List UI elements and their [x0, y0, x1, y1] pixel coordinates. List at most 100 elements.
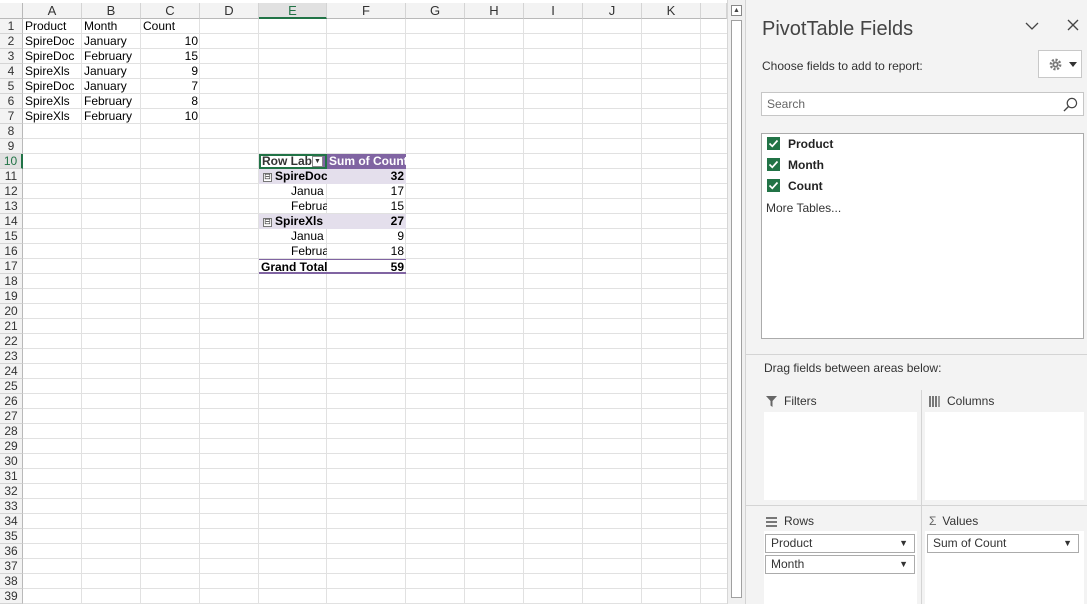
values-field-sum-of-count[interactable]: Sum of Count ▼	[927, 534, 1079, 553]
select-all-corner[interactable]	[0, 3, 23, 19]
rows-field-month[interactable]: Month ▼	[765, 555, 915, 574]
rows-field-product[interactable]: Product ▼	[765, 534, 915, 553]
cell-b1[interactable]: Month	[82, 19, 141, 34]
row-header-37[interactable]: 37	[0, 559, 23, 574]
column-header-h[interactable]: H	[465, 3, 524, 19]
row-header-31[interactable]: 31	[0, 469, 23, 484]
row-header-19[interactable]: 19	[0, 289, 23, 304]
row-header-17[interactable]: 17	[0, 259, 23, 274]
checkbox-checked-icon[interactable]	[767, 137, 780, 150]
column-header-a[interactable]: A	[23, 3, 82, 19]
row-header-4[interactable]: 4	[0, 64, 23, 79]
pivot-group-value[interactable]: 27	[327, 214, 406, 229]
row-header-30[interactable]: 30	[0, 454, 23, 469]
row-header-22[interactable]: 22	[0, 334, 23, 349]
cell-c3[interactable]: 15	[141, 49, 200, 64]
filters-drop-area[interactable]	[764, 412, 917, 500]
worksheet-grid[interactable]: A B C D E F G H I J K 1 2 3 4 5 6 7 8 9 …	[0, 0, 727, 604]
row-header-15[interactable]: 15	[0, 229, 23, 244]
pivot-group-row[interactable]: ⊟ SpireDoc	[259, 169, 327, 184]
pivot-group-row[interactable]: ⊟ SpireXls	[259, 214, 327, 229]
row-header-8[interactable]: 8	[0, 124, 23, 139]
row-header-28[interactable]: 28	[0, 424, 23, 439]
row-header-39[interactable]: 39	[0, 589, 23, 604]
cell-b2[interactable]: January	[82, 34, 141, 49]
field-list-settings-button[interactable]	[1038, 50, 1082, 78]
pivot-item-label[interactable]: Februa	[259, 244, 327, 259]
cell-a4[interactable]: SpireXls	[23, 64, 82, 79]
field-search-input[interactable]	[767, 94, 1047, 114]
cell-c6[interactable]: 8	[141, 94, 200, 109]
row-header-3[interactable]: 3	[0, 49, 23, 64]
row-header-5[interactable]: 5	[0, 79, 23, 94]
column-header-b[interactable]: B	[82, 3, 141, 19]
row-header-12[interactable]: 12	[0, 184, 23, 199]
pivot-group-value[interactable]: 32	[327, 169, 406, 184]
cell-c2[interactable]: 10	[141, 34, 200, 49]
row-header-7[interactable]: 7	[0, 109, 23, 124]
field-search-box[interactable]	[761, 92, 1084, 116]
row-header-11[interactable]: 11	[0, 169, 23, 184]
row-header-38[interactable]: 38	[0, 574, 23, 589]
column-header-d[interactable]: D	[200, 3, 259, 19]
chevron-down-icon[interactable]	[1023, 18, 1041, 35]
pivot-item-value[interactable]: 15	[327, 199, 406, 214]
row-header-6[interactable]: 6	[0, 94, 23, 109]
column-header-g[interactable]: G	[406, 3, 465, 19]
column-header-e[interactable]: E	[259, 3, 327, 19]
search-icon[interactable]	[1063, 97, 1078, 112]
checkbox-checked-icon[interactable]	[767, 158, 780, 171]
cell-a1[interactable]: Product	[23, 19, 82, 34]
cell-c7[interactable]: 10	[141, 109, 200, 124]
columns-drop-area[interactable]	[925, 412, 1084, 500]
pivot-grand-total-value[interactable]: 59	[327, 259, 406, 274]
row-header-20[interactable]: 20	[0, 304, 23, 319]
cell-a7[interactable]: SpireXls	[23, 109, 82, 124]
cell-c5[interactable]: 7	[141, 79, 200, 94]
cell-c1[interactable]: Count	[141, 19, 200, 34]
row-header-24[interactable]: 24	[0, 364, 23, 379]
pivot-item-label[interactable]: Janua	[259, 229, 327, 244]
column-header-i[interactable]: I	[524, 3, 583, 19]
row-header-23[interactable]: 23	[0, 349, 23, 364]
cell-a5[interactable]: SpireDoc	[23, 79, 82, 94]
collapse-toggle[interactable]: ⊟	[263, 218, 272, 227]
row-header-27[interactable]: 27	[0, 409, 23, 424]
pivot-item-label[interactable]: Janua	[259, 184, 327, 199]
pivot-item-value[interactable]: 17	[327, 184, 406, 199]
cell-b3[interactable]: February	[82, 49, 141, 64]
field-item-count[interactable]: Count	[767, 178, 823, 194]
field-item-month[interactable]: Month	[767, 157, 824, 173]
pivot-item-value[interactable]: 9	[327, 229, 406, 244]
cell-c4[interactable]: 9	[141, 64, 200, 79]
row-header-2[interactable]: 2	[0, 34, 23, 49]
column-header-k[interactable]: K	[642, 3, 701, 19]
cell-b4[interactable]: January	[82, 64, 141, 79]
row-header-9[interactable]: 9	[0, 139, 23, 154]
cell-b6[interactable]: February	[82, 94, 141, 109]
row-header-21[interactable]: 21	[0, 319, 23, 334]
values-drop-area[interactable]: Sum of Count ▼	[925, 531, 1084, 604]
scroll-thumb[interactable]	[731, 20, 742, 598]
vertical-scrollbar[interactable]: ▲	[727, 0, 745, 604]
cell-a2[interactable]: SpireDoc	[23, 34, 82, 49]
row-header-14[interactable]: 14	[0, 214, 23, 229]
row-header-26[interactable]: 26	[0, 394, 23, 409]
row-header-25[interactable]: 25	[0, 379, 23, 394]
field-item-product[interactable]: Product	[767, 136, 833, 152]
cell-b5[interactable]: January	[82, 79, 141, 94]
row-header-34[interactable]: 34	[0, 514, 23, 529]
column-header-c[interactable]: C	[141, 3, 200, 19]
cell-a6[interactable]: SpireXls	[23, 94, 82, 109]
close-icon[interactable]	[1064, 18, 1082, 35]
column-header-l[interactable]	[701, 3, 727, 19]
row-header-33[interactable]: 33	[0, 499, 23, 514]
row-header-18[interactable]: 18	[0, 274, 23, 289]
row-header-1[interactable]: 1	[0, 19, 23, 34]
row-labels-filter-dropdown[interactable]: ▼	[312, 156, 323, 167]
more-tables-link[interactable]: More Tables...	[766, 201, 841, 215]
pivot-grand-total-label[interactable]: Grand Total	[259, 259, 327, 274]
row-header-36[interactable]: 36	[0, 544, 23, 559]
row-header-13[interactable]: 13	[0, 199, 23, 214]
row-header-35[interactable]: 35	[0, 529, 23, 544]
